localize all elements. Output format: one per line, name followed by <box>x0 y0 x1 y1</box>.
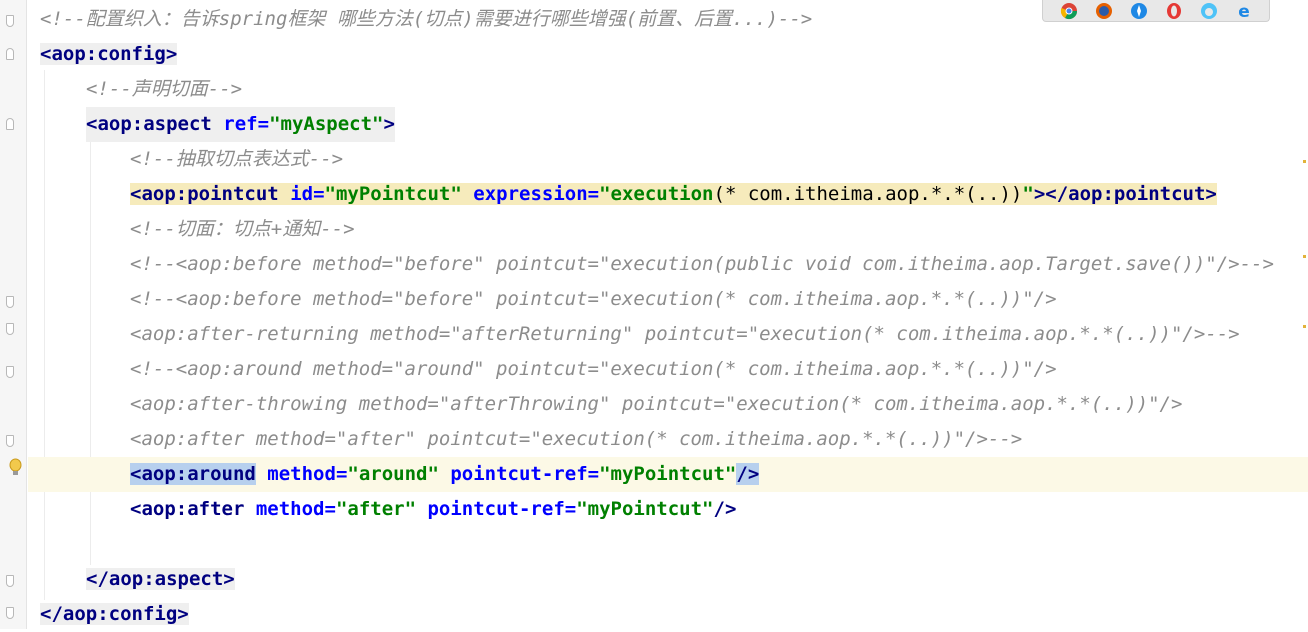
code-line[interactable]: <aop:after method="after" pointcut="exec… <box>28 422 1308 457</box>
xml-attribute-name: pointcut-ref <box>427 498 565 520</box>
xml-attribute-name: id <box>290 183 314 205</box>
xml-comment: <!--<aop:around method="around" pointcut… <box>130 358 1057 380</box>
fold-marker-icon[interactable] <box>6 575 14 587</box>
xml-bracket: < <box>130 183 142 205</box>
fold-marker-icon[interactable] <box>6 366 14 378</box>
xml-bracket: < <box>86 113 98 135</box>
xml-comment: <!--抽取切点表达式--> <box>130 148 344 170</box>
error-stripe-marker[interactable] <box>1303 160 1306 163</box>
edge-icon[interactable] <box>1200 2 1218 20</box>
xml-tag-name: aop:pointcut <box>141 183 279 205</box>
xml-equals: = <box>257 113 270 135</box>
fold-marker-icon[interactable] <box>6 435 14 447</box>
code-line[interactable]: <!--<aop:around method="around" pointcut… <box>28 352 1308 387</box>
xml-bracket: < <box>130 463 142 485</box>
xml-attribute-value: "around" <box>347 463 439 485</box>
firefox-icon[interactable] <box>1095 2 1113 20</box>
code-line[interactable]: <!--切面：切点+通知--> <box>28 212 1308 247</box>
svg-text:e: e <box>1238 2 1250 20</box>
fold-marker-icon[interactable] <box>6 15 14 27</box>
fold-marker-icon[interactable] <box>6 48 14 60</box>
xml-closing-tag: ></aop:pointcut> <box>1033 183 1217 205</box>
xml-equals: = <box>313 183 325 205</box>
xml-tag: </aop:aspect> <box>86 568 235 590</box>
opera-icon[interactable] <box>1165 2 1183 20</box>
xml-tag-name: aop:aspect <box>97 113 212 135</box>
xml-attribute-value: "myPointcut" <box>576 498 714 520</box>
code-line[interactable]: <aop:after-returning method="afterReturn… <box>28 317 1308 352</box>
xml-attribute-value: "after" <box>335 498 417 520</box>
xml-equals: = <box>564 498 577 520</box>
editor-gutter <box>0 0 27 629</box>
xml-comment: <!--声明切面--> <box>86 78 243 100</box>
highlighted-pointcut-element: <aop:pointcut id="myPointcut" expression… <box>130 183 1217 205</box>
xml-bracket: /> <box>736 463 760 485</box>
xml-equals: = <box>335 463 348 485</box>
xml-equals: = <box>587 463 600 485</box>
xml-attribute-name: method <box>255 498 325 520</box>
safari-icon[interactable] <box>1130 2 1148 20</box>
code-line[interactable]: <aop:aspect ref="myAspect"> <box>28 107 1308 142</box>
fold-marker-icon[interactable] <box>6 323 14 335</box>
fold-marker-icon[interactable] <box>6 607 14 619</box>
code-line[interactable]: <!--<aop:before method="before" pointcut… <box>28 282 1308 317</box>
code-line[interactable]: <aop:after-throwing method="afterThrowin… <box>28 387 1308 422</box>
browser-preview-bar: e <box>1042 0 1270 22</box>
xml-bracket: < <box>130 498 142 520</box>
xml-bracket: /> <box>713 498 737 520</box>
code-line[interactable]: <aop:after method="after" pointcut-ref="… <box>28 492 1308 527</box>
xml-attribute-name: expression <box>473 183 588 205</box>
ie-icon[interactable]: e <box>1235 2 1253 20</box>
code-line[interactable]: </aop:config> <box>28 597 1308 632</box>
code-line[interactable]: <!--<aop:before method="before" pointcut… <box>28 247 1308 282</box>
code-line[interactable]: <!--抽取切点表达式--> <box>28 142 1308 177</box>
code-line[interactable] <box>28 527 1308 562</box>
xml-comment: <!--切面：切点+通知--> <box>130 218 355 240</box>
xml-equals: = <box>587 183 600 205</box>
xml-comment: <!--配置织入：告诉spring框架 哪些方法(切点)需要进行哪些增强(前置、… <box>40 8 813 30</box>
xml-bracket: > <box>383 113 395 135</box>
xml-comment: <aop:after method="after" pointcut="exec… <box>130 428 1023 450</box>
chrome-icon[interactable] <box>1060 2 1078 20</box>
xml-tag-name: aop:around <box>141 463 256 485</box>
pointcut-expression: (* com.itheima.aop.*.*(..)) <box>713 183 1023 205</box>
code-line[interactable]: <aop:around method="around" pointcut-ref… <box>28 457 1308 492</box>
xml-comment: <aop:after-returning method="afterReturn… <box>130 323 1240 345</box>
xml-tag: <aop:config> <box>40 43 178 65</box>
xml-comment: <aop:after-throwing method="afterThrowin… <box>130 393 1183 415</box>
fold-marker-icon[interactable] <box>6 118 14 130</box>
xml-attribute-name: pointcut-ref <box>450 463 588 485</box>
xml-comment: <!--<aop:before method="before" pointcut… <box>130 253 1274 275</box>
lightbulb-intention-icon[interactable] <box>8 458 23 478</box>
xml-tag: </aop:config> <box>40 603 189 625</box>
xml-attribute-value: "myPointcut" <box>324 183 462 205</box>
code-line[interactable]: <!--声明切面--> <box>28 72 1308 107</box>
code-line[interactable]: </aop:aspect> <box>28 562 1308 597</box>
code-line[interactable]: <aop:config> <box>28 37 1308 72</box>
xml-attribute-name: method <box>267 463 336 485</box>
xml-equals: = <box>324 498 336 520</box>
xml-attribute-name: ref <box>223 113 258 135</box>
error-stripe-marker[interactable] <box>1303 255 1306 258</box>
xml-attribute-value: "myAspect" <box>269 113 384 135</box>
code-line[interactable]: <aop:pointcut id="myPointcut" expression… <box>28 177 1308 212</box>
xml-tag-name: aop:after <box>141 498 245 520</box>
xml-attribute-value: "execution <box>599 183 714 205</box>
error-stripe-marker[interactable] <box>1303 325 1306 328</box>
fold-marker-icon[interactable] <box>6 296 14 308</box>
xml-comment: <!--<aop:before method="before" pointcut… <box>130 288 1057 310</box>
xml-attribute-value: " <box>1022 183 1034 205</box>
xml-attribute-value: "myPointcut" <box>599 463 737 485</box>
